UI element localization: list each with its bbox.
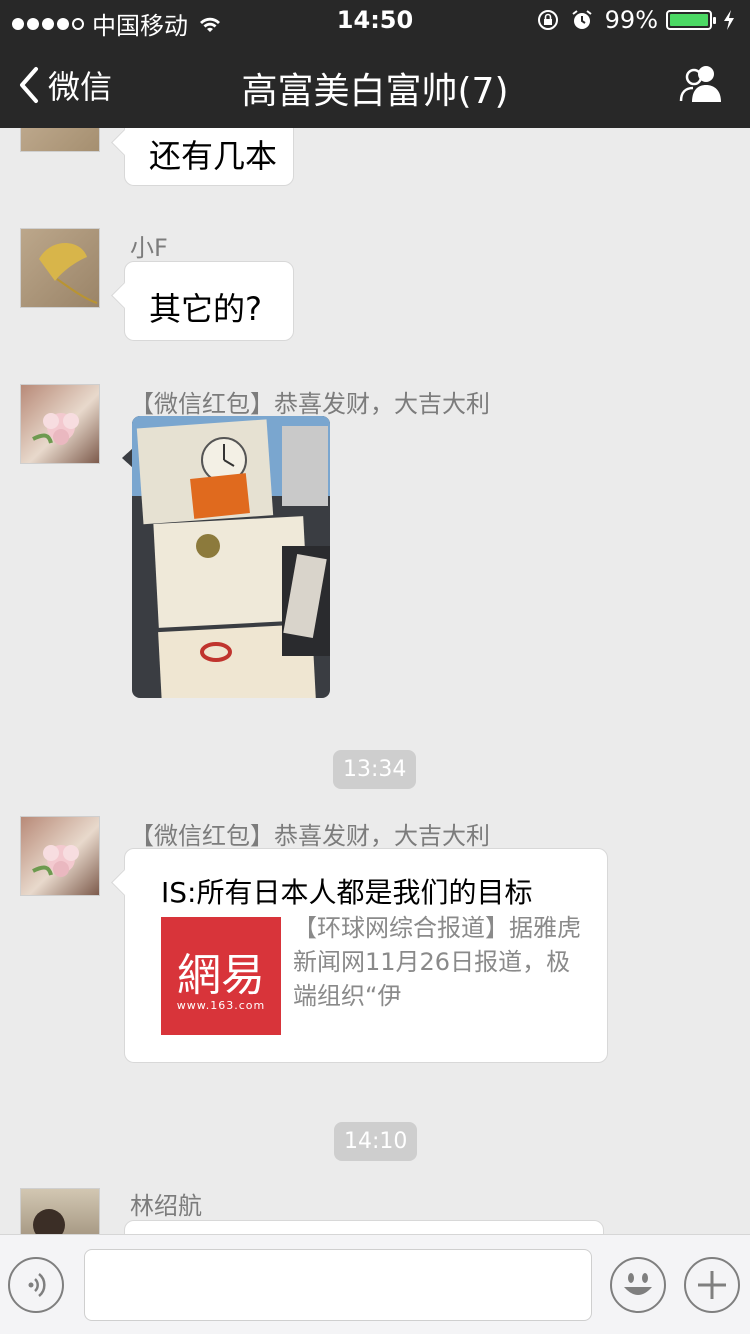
voice-button[interactable] xyxy=(8,1257,64,1313)
avatar[interactable] xyxy=(20,228,100,308)
rotation-lock-icon xyxy=(537,10,558,30)
thumb-url: www.163.com xyxy=(176,999,266,1012)
link-thumbnail: 網易 www.163.com xyxy=(161,917,281,1035)
emoji-icon xyxy=(624,1273,652,1295)
status-right: 99% xyxy=(537,6,736,34)
chat-title: 高富美白富帅(7) xyxy=(241,71,509,112)
message-bubble[interactable]: 还有几本 xyxy=(124,128,294,186)
voice-icon xyxy=(28,1273,46,1297)
message-input[interactable] xyxy=(84,1249,592,1321)
flower-icon xyxy=(32,845,79,877)
message-text: 其它的? xyxy=(149,290,262,328)
thumb-logo: 網易 xyxy=(177,950,265,1001)
flower-icon xyxy=(32,413,79,445)
message-bubble[interactable]: 其它的? xyxy=(124,261,294,341)
avatar[interactable] xyxy=(20,128,100,152)
ginkgo-leaf-icon xyxy=(39,243,98,304)
message-bubble[interactable] xyxy=(124,1220,604,1234)
chat-area[interactable]: 还有几本 小F 其它的? 【微信红包】恭喜发财，大吉大利 13:34 【微信红包… xyxy=(0,128,750,1234)
battery-fill xyxy=(670,14,708,26)
message-text: 还有几本 xyxy=(149,137,278,175)
sender-name: 【微信红包】恭喜发财，大吉大利 xyxy=(130,390,490,418)
sender-name: 【微信红包】恭喜发财，大吉大利 xyxy=(130,822,490,850)
message-photo[interactable] xyxy=(132,416,330,698)
sender-name: 林绍航 xyxy=(130,1192,202,1220)
link-title: IS:所有日本人都是我们的目标 xyxy=(161,876,533,909)
input-bar xyxy=(0,1234,750,1334)
emoji-button[interactable] xyxy=(610,1257,666,1313)
plus-icon xyxy=(698,1271,726,1299)
person-photo xyxy=(33,1209,65,1234)
link-card[interactable]: IS:所有日本人都是我们的目标 網易 www.163.com 【环球网综合报道】… xyxy=(124,848,608,1063)
avatar[interactable] xyxy=(20,1188,100,1234)
avatar[interactable] xyxy=(20,384,100,464)
sender-name: 小F xyxy=(130,234,168,262)
timestamp: 14:10 xyxy=(334,1122,418,1161)
link-description: 【环球网综合报道】据雅虎新闻网11月26日报道，极端组织“伊 xyxy=(293,914,581,1010)
status-bar: 中国移动 14:50 99% xyxy=(0,0,750,40)
charging-icon xyxy=(724,10,734,30)
battery-percent: 99% xyxy=(604,6,658,34)
avatar[interactable] xyxy=(20,816,100,896)
battery-icon xyxy=(666,10,716,30)
nav-bar: 微信 高富美白富帅(7) xyxy=(0,40,750,128)
plus-button[interactable] xyxy=(684,1257,740,1313)
alarm-icon xyxy=(572,10,592,29)
people-icon[interactable] xyxy=(678,64,724,104)
timestamp: 13:34 xyxy=(333,750,417,789)
books-photo xyxy=(132,416,330,698)
